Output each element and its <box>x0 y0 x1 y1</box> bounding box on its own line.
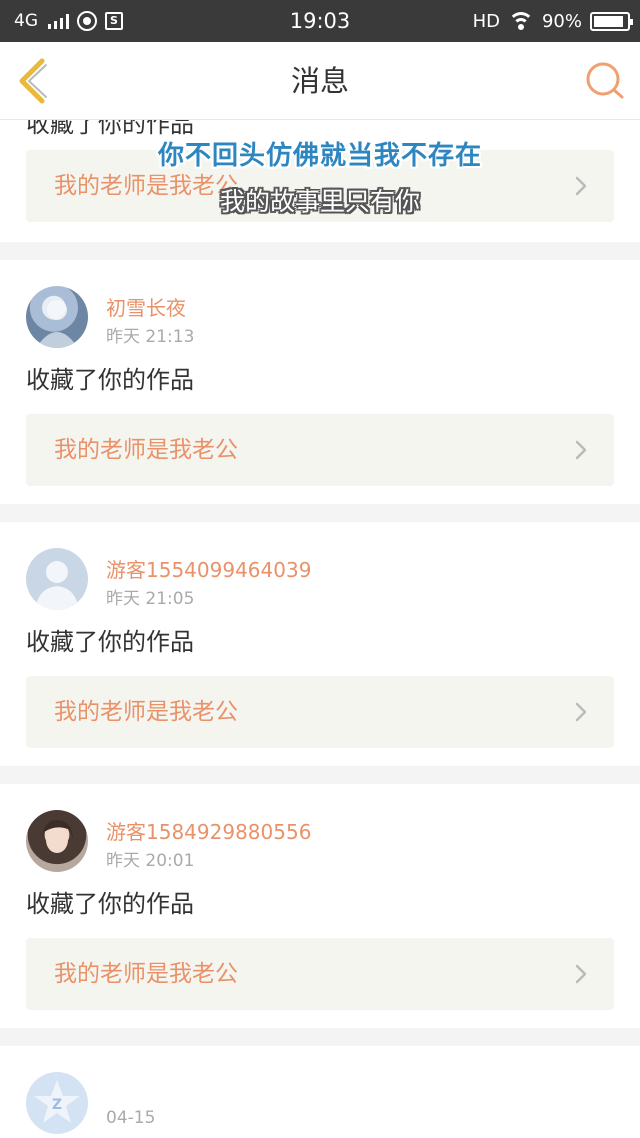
message-card: 游客1554099464039 昨天 21:05 收藏了你的作品 我的老师是我老… <box>0 522 640 766</box>
status-bar: 4G S 19:03 HD 90% <box>0 0 640 42</box>
user-name[interactable]: 初雪长夜 <box>106 292 186 321</box>
svg-text:Z: Z <box>52 1097 62 1113</box>
message-card: 游客1584929880556 昨天 20:01 收藏了你的作品 我的老师是我老… <box>0 784 640 1028</box>
work-link[interactable]: 我的老师是我老公 <box>26 938 614 1010</box>
message-time: 昨天 21:05 <box>106 589 195 609</box>
avatar[interactable]: Z <box>26 1072 88 1134</box>
message-card: 初雪长夜 昨天 21:13 收藏了你的作品 我的老师是我老公 <box>0 260 640 504</box>
video-subtitle-line1: 你不回头仿佛就当我不存在 <box>157 141 482 171</box>
work-title: 我的老师是我老公 <box>54 699 238 725</box>
video-subtitle-line2: 我的故事里只有你 <box>219 187 420 216</box>
work-link[interactable]: 我的老师是我老公 <box>26 676 614 748</box>
chevron-right-icon <box>575 702 587 722</box>
action-text: 收藏了你的作品 <box>26 366 194 394</box>
wifi-icon <box>507 11 534 31</box>
battery-icon <box>590 11 633 31</box>
chevron-right-icon <box>575 964 587 984</box>
message-time: 昨天 21:13 <box>106 327 195 347</box>
action-text: 收藏了你的作品 <box>26 628 194 656</box>
message-time: 昨天 20:01 <box>106 851 195 871</box>
hd-indicator: HD <box>472 10 500 32</box>
chevron-right-icon <box>575 440 587 460</box>
battery-percent: 90% <box>541 10 582 32</box>
work-title: 我的老师是我老公 <box>54 437 238 463</box>
work-link[interactable]: 我的老师是我老公 <box>26 414 614 486</box>
page-title: 消息 <box>290 64 349 98</box>
user-name[interactable]: 游客1554099464039 <box>106 554 311 583</box>
user-name[interactable]: 游客1584929880556 <box>106 816 311 845</box>
status-right: HD 90% <box>472 0 633 42</box>
search-icon[interactable] <box>584 60 626 102</box>
message-feed: 收藏了你的作品 我的老师是我老公 初雪长夜 昨天 21:13 收藏了你的作品 我… <box>0 120 640 1138</box>
nav-bar: 消息 <box>0 42 640 120</box>
message-time: 04-15 <box>106 1108 156 1128</box>
avatar[interactable] <box>26 286 88 348</box>
action-text: 收藏了你的作品 <box>26 890 194 918</box>
work-title: 我的老师是我老公 <box>54 961 238 987</box>
avatar[interactable] <box>26 548 88 610</box>
message-card: Z 04-15 <box>0 1046 640 1138</box>
avatar[interactable] <box>26 810 88 872</box>
